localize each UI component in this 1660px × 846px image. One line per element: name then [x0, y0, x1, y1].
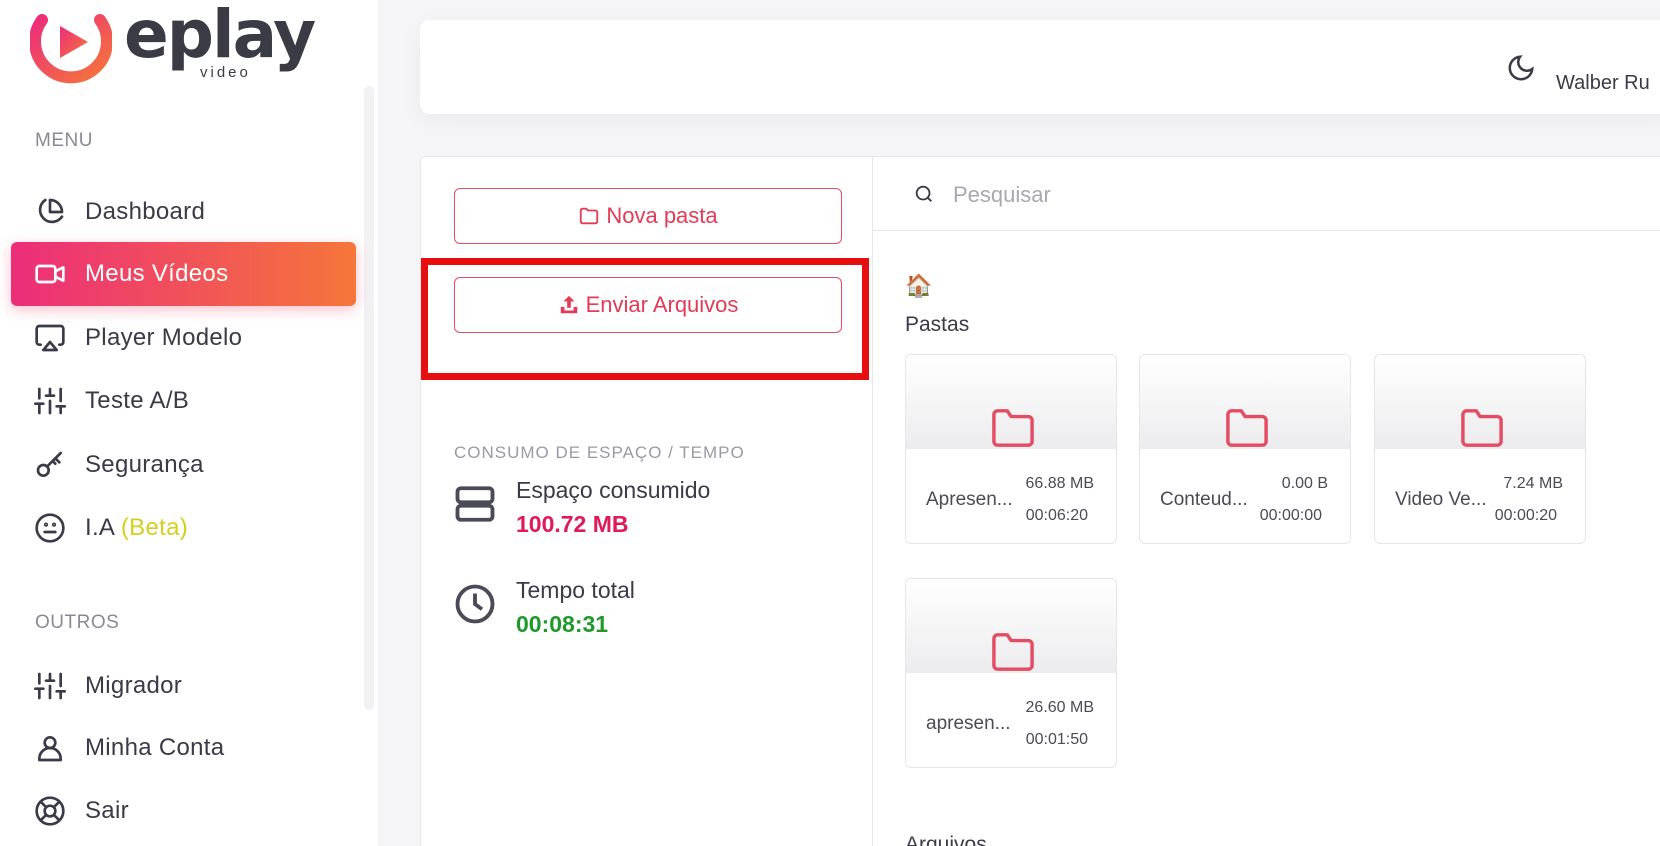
usage-section-label: CONSUMO DE ESPAÇO / TEMPO — [454, 443, 745, 462]
top-header: Walber Ru — [420, 20, 1660, 114]
folders-section-title: Pastas — [905, 313, 970, 336]
folder-size: 0.00 B — [1281, 475, 1328, 492]
sidebar-item-player-modelo[interactable]: Player Modelo — [11, 306, 356, 370]
new-folder-label: Nova pasta — [606, 203, 718, 228]
folder-name: Video Ve... — [1395, 489, 1487, 510]
upload-files-label: Enviar Arquivos — [585, 292, 739, 317]
space-consumed-title: Espaço consumido — [516, 477, 711, 503]
sidebar-item-seguranca[interactable]: Segurança — [11, 433, 356, 497]
sidebar-item-teste-ab[interactable]: Teste A/B — [11, 369, 356, 433]
brand-name: eplay — [124, 0, 316, 73]
upload-files-button[interactable]: Enviar Arquivos — [454, 277, 842, 333]
sidebar-item-label: Dashboard — [85, 198, 206, 225]
sidebar-item-label: Migrador — [85, 672, 183, 699]
folder-card[interactable]: Video Ve... 7.24 MB 00:00:20 — [1374, 354, 1586, 544]
folder-name: Conteud... — [1160, 489, 1248, 510]
total-time-stat: Tempo total 00:08:31 — [454, 577, 854, 647]
sidebar-item-minha-conta[interactable]: Minha Conta — [11, 716, 356, 780]
sidebar-item-label: Player Modelo — [85, 324, 243, 351]
folder-thumbnail — [1375, 355, 1585, 449]
sidebar-item-meus-videos[interactable]: Meus Vídeos — [11, 242, 356, 306]
folder-duration: 00:00:20 — [1494, 507, 1557, 524]
folder-icon — [1226, 409, 1268, 447]
folder-icon — [580, 207, 599, 225]
sidebar-item-label: Sair — [85, 797, 129, 824]
sidebar-item-label: Teste A/B — [85, 387, 190, 414]
folder-size: 66.88 MB — [1025, 475, 1094, 492]
sidebar-item-label: I.A (Beta) — [85, 514, 188, 542]
pie-chart-icon — [33, 195, 67, 229]
sidebar-item-sair[interactable]: Sair — [11, 779, 356, 843]
lifebuoy-icon — [33, 794, 67, 828]
sidebar: eplay video MENU Dashboard Meus Vídeos P… — [0, 0, 378, 846]
folder-card[interactable]: apresen... 26.60 MB 00:01:50 — [905, 578, 1117, 768]
brand-tagline: video — [200, 64, 251, 81]
folder-thumbnail — [906, 355, 1116, 449]
clock-icon — [454, 583, 496, 629]
upload-icon — [560, 295, 577, 314]
folder-name: apresen... — [926, 713, 1011, 734]
new-folder-button[interactable]: Nova pasta — [454, 188, 842, 244]
sidebar-item-dashboard[interactable]: Dashboard — [11, 180, 356, 244]
user-icon — [33, 731, 67, 765]
menu-section-label: MENU — [35, 130, 93, 151]
ia-label: I.A — [85, 514, 114, 541]
others-section-label: OUTROS — [35, 612, 120, 633]
sidebar-scrollbar[interactable] — [364, 86, 374, 710]
folder-thumbnail — [906, 579, 1116, 673]
user-name[interactable]: Walber Ru — [1556, 72, 1650, 95]
airplay-icon — [33, 321, 67, 355]
beta-badge: (Beta) — [120, 514, 189, 541]
folder-size: 7.24 MB — [1503, 475, 1563, 492]
search-icon — [913, 183, 935, 205]
storage-server-icon — [454, 483, 496, 529]
folder-card[interactable]: Apresen... 66.88 MB 00:06:20 — [905, 354, 1117, 544]
files-section-title: Arquivos — [905, 833, 987, 846]
folder-icon — [1461, 409, 1503, 447]
dark-mode-toggle-icon[interactable] — [1506, 53, 1536, 83]
brand-logo[interactable]: eplay video — [30, 2, 320, 86]
space-consumed-stat: Espaço consumido 100.72 MB — [454, 477, 854, 547]
play-logo-icon — [30, 14, 112, 84]
actions-column: Nova pasta Enviar Arquivos CONSUMO DE ES… — [421, 157, 873, 846]
folder-duration: 00:06:20 — [1025, 507, 1088, 524]
space-consumed-value: 100.72 MB — [516, 511, 629, 537]
folder-icon — [992, 409, 1034, 447]
total-time-value: 00:08:31 — [516, 611, 609, 637]
sidebar-item-ia[interactable]: I.A (Beta) — [11, 496, 356, 560]
folder-size: 26.60 MB — [1025, 699, 1094, 716]
sidebar-item-label: Meus Vídeos — [85, 260, 229, 287]
sliders-icon — [33, 669, 67, 703]
folder-thumbnail — [1140, 355, 1350, 449]
search-input[interactable] — [953, 175, 1653, 215]
sidebar-item-migrador[interactable]: Migrador — [11, 654, 356, 718]
sliders-icon — [33, 384, 67, 418]
folder-duration: 00:00:00 — [1259, 507, 1322, 524]
key-icon — [33, 448, 67, 482]
folder-icon — [992, 633, 1034, 671]
sidebar-item-label: Minha Conta — [85, 734, 225, 761]
sidebar-item-label: Segurança — [85, 451, 204, 478]
smiley-icon — [33, 511, 67, 545]
folder-name: Apresen... — [926, 489, 1013, 510]
home-breadcrumb-icon[interactable]: 🏠 — [905, 273, 932, 299]
main-panel: Nova pasta Enviar Arquivos CONSUMO DE ES… — [420, 156, 1660, 846]
total-time-title: Tempo total — [516, 577, 635, 603]
folder-duration: 00:01:50 — [1025, 731, 1088, 748]
content-column: 🏠 Pastas Apresen... 66.88 MB 00:06:20 Co… — [873, 157, 1660, 846]
video-camera-icon — [33, 257, 67, 291]
search-bar — [873, 157, 1660, 231]
folder-card[interactable]: Conteud... 0.00 B 00:00:00 — [1139, 354, 1351, 544]
